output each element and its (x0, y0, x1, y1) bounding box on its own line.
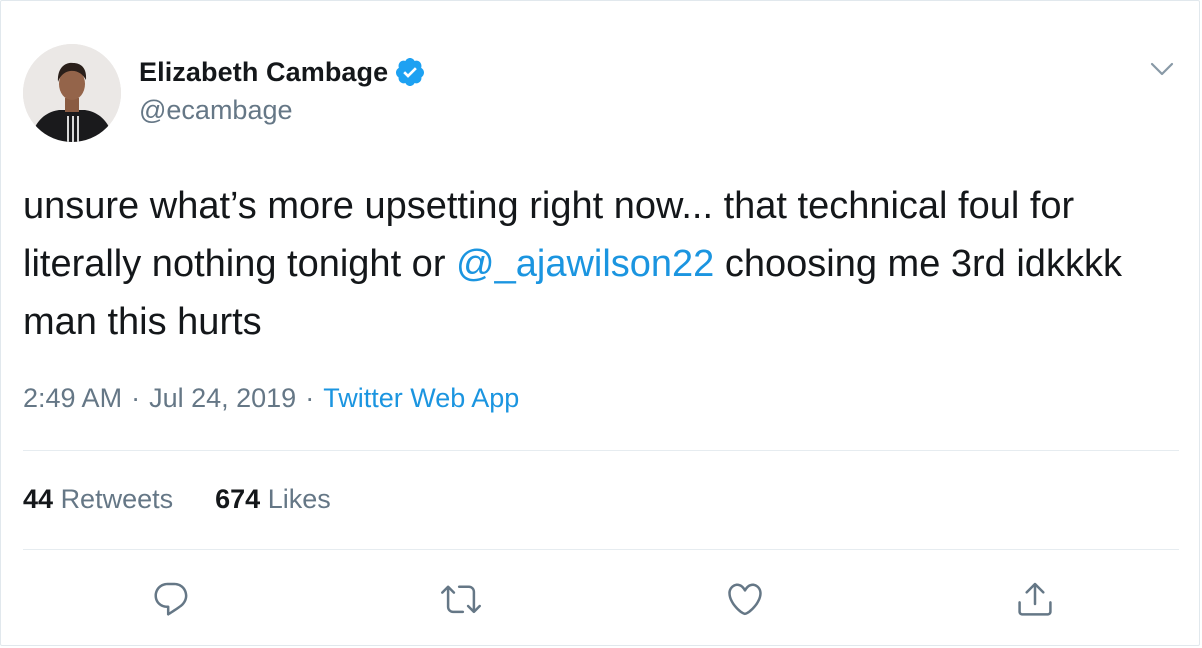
tweet-time[interactable]: 2:49 AM (23, 383, 122, 413)
verified-badge-icon (394, 56, 426, 88)
tweet-text: unsure what’s more upsetting right now..… (23, 177, 1183, 351)
avatar[interactable] (23, 44, 121, 142)
retweets-count: 44 (23, 484, 54, 514)
retweets-stat[interactable]: 44 Retweets (23, 484, 173, 515)
divider (23, 549, 1179, 550)
tweet-meta: 2:49 AM · Jul 24, 2019 · Twitter Web App (23, 383, 519, 414)
retweets-label: Retweets (60, 484, 174, 514)
author-name-row[interactable]: Elizabeth Cambage (139, 55, 426, 89)
tweet-card: Elizabeth Cambage @ecambage unsure what’… (0, 0, 1200, 646)
author-display-name[interactable]: Elizabeth Cambage (139, 57, 388, 88)
likes-label: Likes (267, 484, 331, 514)
share-icon[interactable] (1015, 579, 1055, 619)
likes-stat[interactable]: 674 Likes (215, 484, 331, 515)
mention-link[interactable]: @_ajawilson22 (456, 243, 714, 285)
chevron-down-icon[interactable] (1149, 56, 1175, 82)
meta-separator: · (305, 383, 315, 413)
tweet-stats: 44 Retweets 674 Likes (23, 484, 331, 515)
tweet-source-link[interactable]: Twitter Web App (323, 383, 519, 413)
profile-photo-icon (23, 44, 121, 142)
divider (23, 450, 1179, 451)
author-handle[interactable]: @ecambage (139, 95, 293, 126)
likes-count: 674 (215, 484, 261, 514)
reply-icon[interactable] (151, 579, 191, 619)
tweet-date[interactable]: Jul 24, 2019 (149, 383, 296, 413)
retweet-icon[interactable] (441, 579, 481, 619)
like-icon[interactable] (725, 579, 765, 619)
meta-separator: · (131, 383, 141, 413)
